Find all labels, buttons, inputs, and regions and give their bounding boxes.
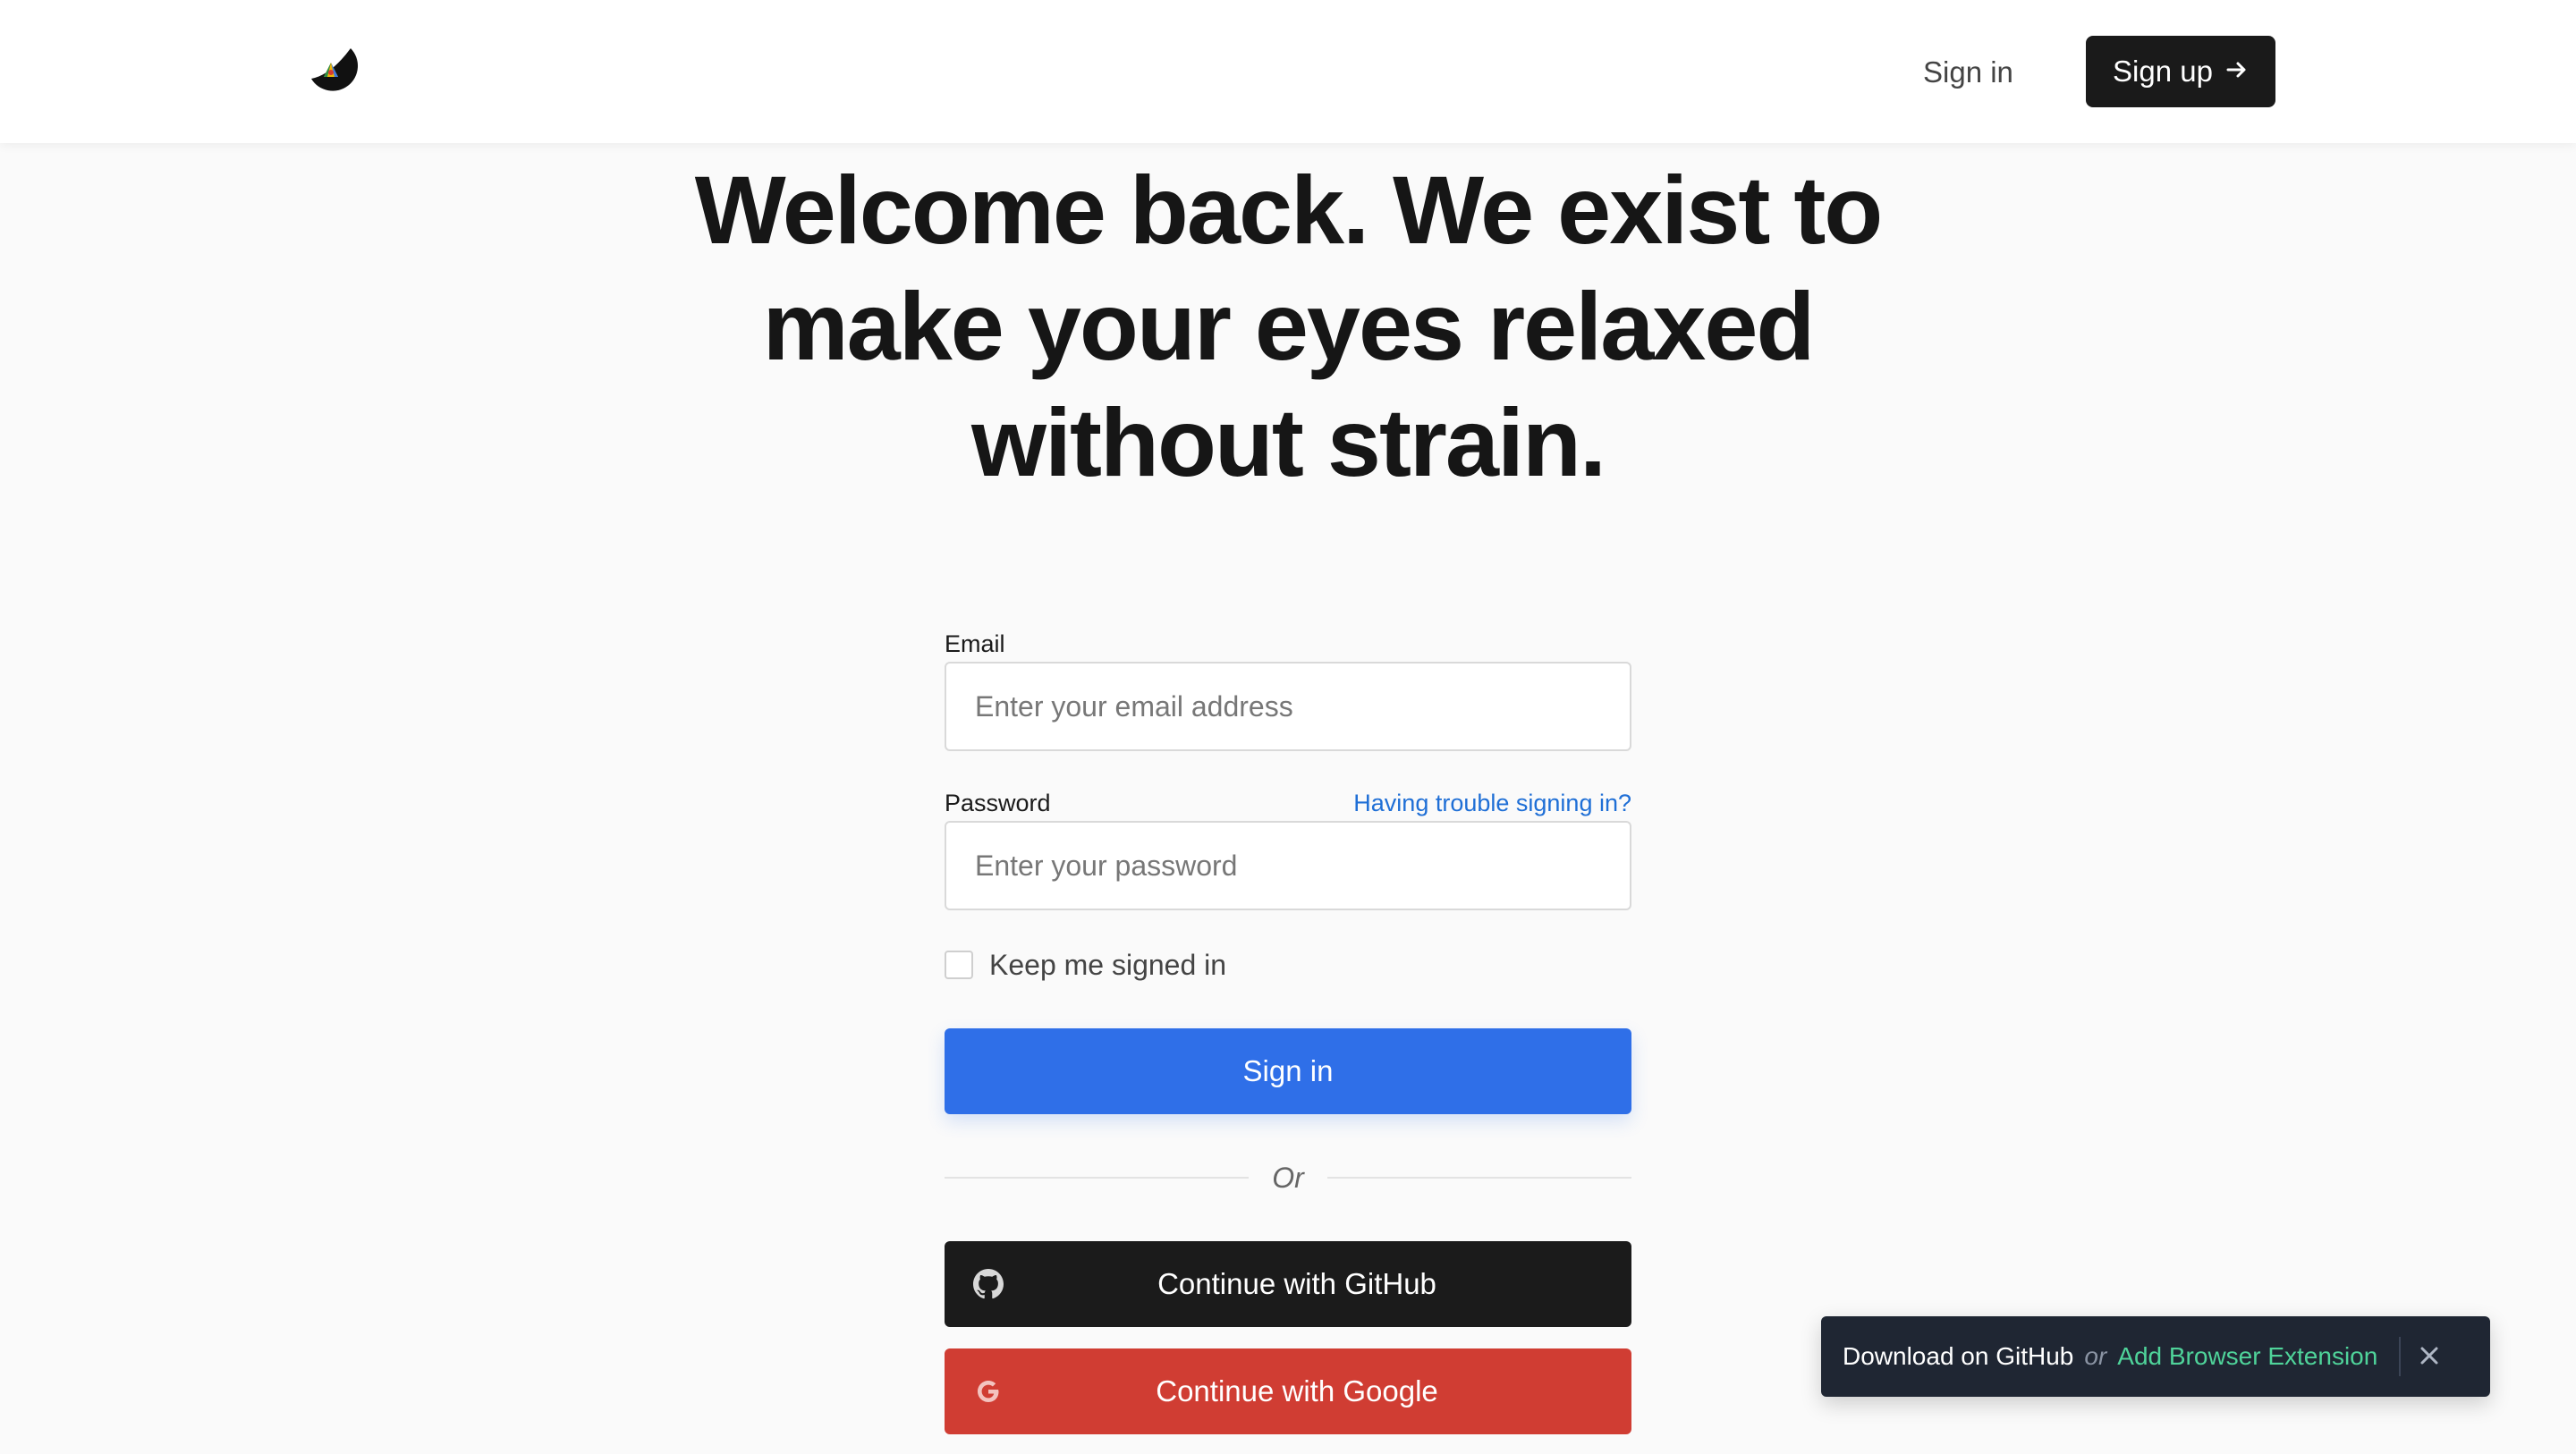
signin-button[interactable]: Sign in [945, 1028, 1631, 1114]
keep-signed-in-checkbox[interactable] [945, 951, 973, 979]
download-on-github-link[interactable]: Download on GitHub [1843, 1342, 2073, 1371]
top-navbar: Sign in Sign up [0, 0, 2576, 143]
banner-or-text: or [2084, 1342, 2107, 1370]
or-text: Or [1272, 1161, 1304, 1194]
keep-signed-in-row: Keep me signed in [945, 943, 1631, 987]
continue-with-github-button[interactable]: Continue with GitHub [945, 1241, 1631, 1327]
hero-headline: Welcome back. We exist to make your eyes… [694, 156, 1884, 496]
banner-divider [2399, 1337, 2402, 1376]
signin-form: Email Password Having trouble signing in… [945, 626, 1632, 1434]
header-signin-link[interactable]: Sign in [1923, 50, 2013, 95]
trouble-signing-in-link[interactable]: Having trouble signing in? [1353, 790, 1631, 817]
arrow-right-icon [2225, 57, 2249, 86]
add-browser-extension-link[interactable]: Add Browser Extension [2117, 1342, 2377, 1371]
close-icon[interactable] [2419, 1341, 2440, 1372]
divider-line-left [945, 1177, 1250, 1179]
download-banner: Download on GitHub or Add Browser Extens… [1821, 1316, 2490, 1397]
signup-label: Sign up [2113, 55, 2213, 88]
header-signup-button[interactable]: Sign up [2086, 36, 2275, 107]
password-label-row: Password Having trouble signing in? [945, 785, 1631, 821]
email-label: Email [945, 630, 1005, 657]
github-icon [973, 1269, 1004, 1299]
github-button-label: Continue with GitHub [1157, 1267, 1436, 1300]
app-logo-icon[interactable] [304, 43, 361, 100]
google-icon [973, 1376, 1004, 1407]
email-field[interactable] [945, 662, 1631, 751]
or-divider: Or [945, 1155, 1632, 1200]
password-field[interactable] [945, 821, 1631, 910]
divider-line-right [1326, 1177, 1632, 1179]
password-label: Password [945, 790, 1051, 816]
keep-signed-in-label[interactable]: Keep me signed in [989, 949, 1226, 982]
google-button-label: Continue with Google [1156, 1374, 1438, 1408]
continue-with-google-button[interactable]: Continue with Google [945, 1348, 1631, 1434]
